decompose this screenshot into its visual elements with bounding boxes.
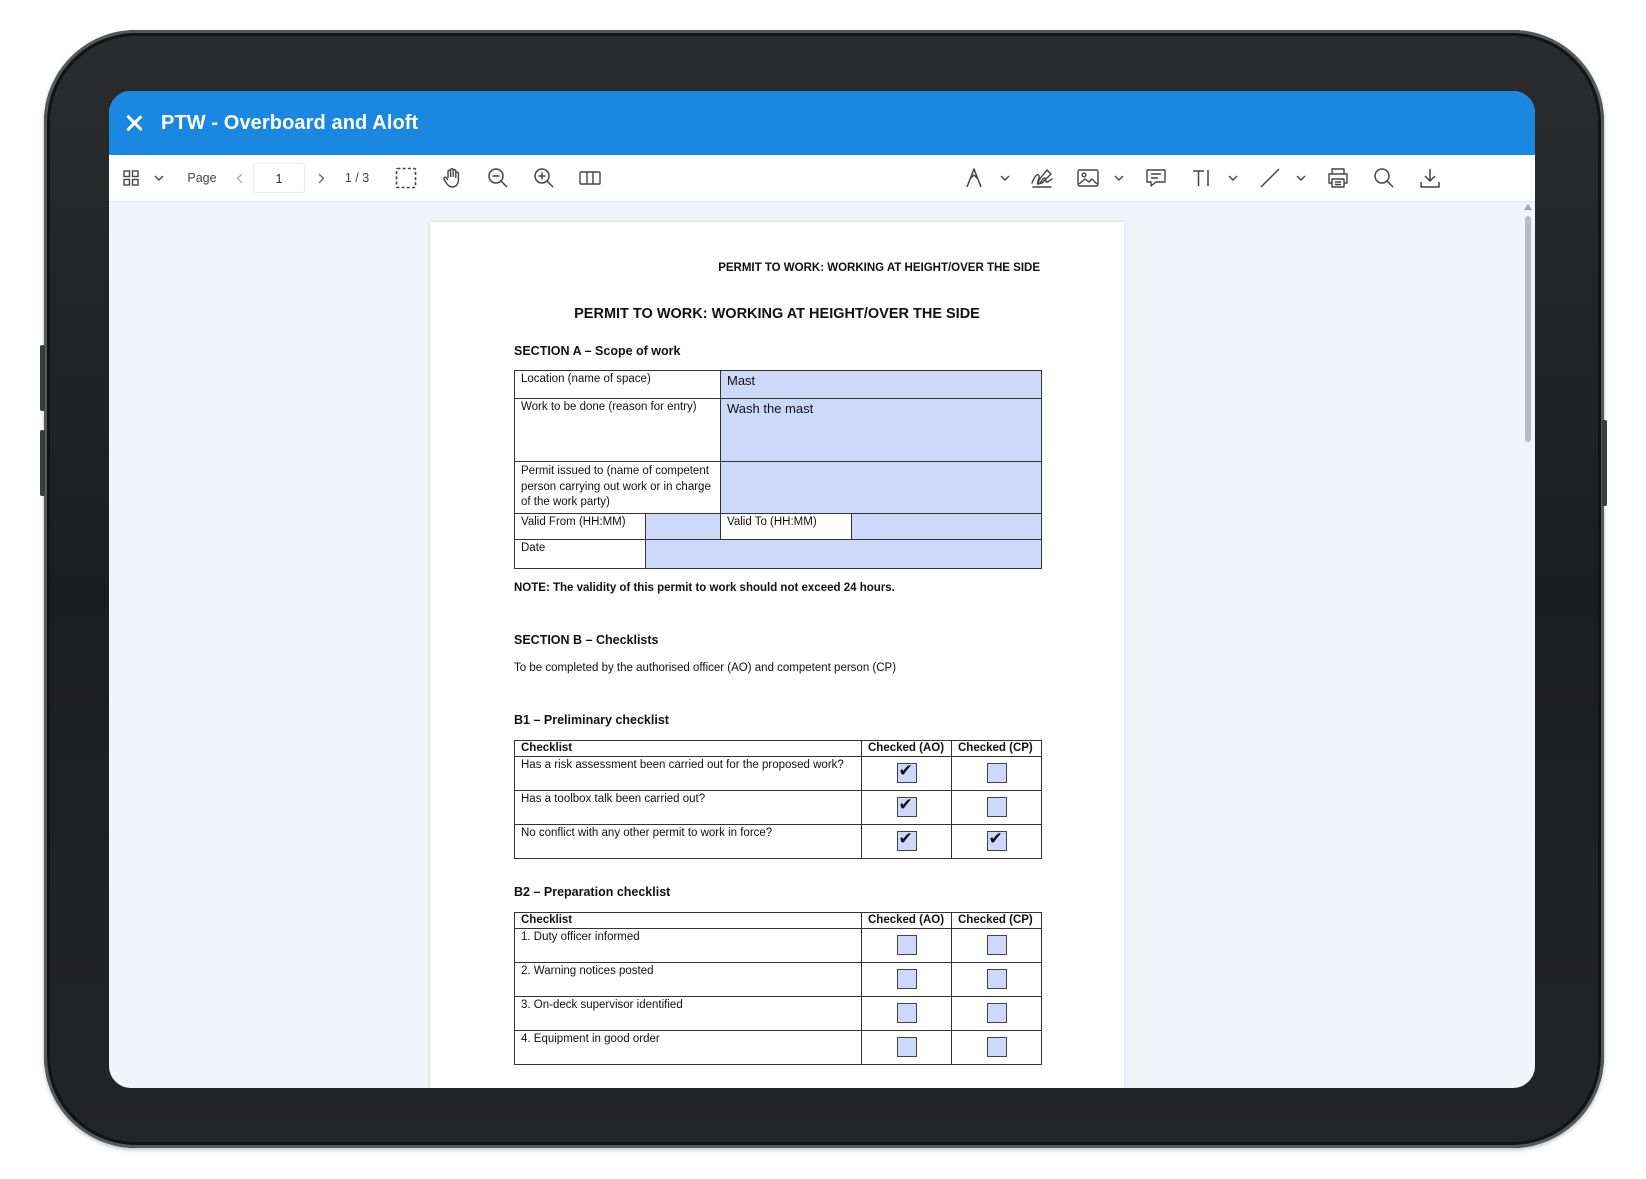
checkbox-cp[interactable] xyxy=(986,1037,1007,1057)
b1-col-cp: Checked (CP) xyxy=(951,740,1042,757)
location-field[interactable]: Mast xyxy=(719,370,1043,399)
title-bar: PTW - Overboard and Aloft xyxy=(109,91,1535,155)
ink-pen-icon[interactable] xyxy=(961,155,987,201)
section-b-heading: SECTION B – Checklists xyxy=(514,633,659,647)
signature-icon[interactable] xyxy=(1029,155,1055,201)
checkbox-cp[interactable] xyxy=(986,797,1007,817)
page-header: PERMIT TO WORK: WORKING AT HEIGHT/OVER T… xyxy=(718,262,1040,274)
table-row: 1. Duty officer informed xyxy=(514,928,1042,963)
scroll-thumb[interactable] xyxy=(1525,216,1531,442)
checklist-item: 4. Equipment in good order xyxy=(514,1030,862,1065)
issued-to-label: Permit issued to (name of competent pers… xyxy=(514,461,721,514)
volume-button xyxy=(40,345,45,411)
validity-note: NOTE: The validity of this permit to wor… xyxy=(514,582,895,594)
checkbox-ao[interactable] xyxy=(896,969,917,989)
screen: PTW - Overboard and Aloft Page 1 1 / 3 P… xyxy=(109,91,1535,1088)
table-row: 4. Equipment in good order xyxy=(514,1030,1042,1065)
b1-checklist-table: Checklist Checked (AO) Checked (CP) Has … xyxy=(514,740,1042,859)
chevron-right-icon[interactable] xyxy=(309,155,333,201)
vertical-scrollbar[interactable] xyxy=(1521,202,1535,1088)
checkbox-ao[interactable] xyxy=(896,761,917,783)
two-page-icon[interactable] xyxy=(577,155,603,201)
location-label: Location (name of space) xyxy=(514,370,721,399)
text-cursor-icon[interactable] xyxy=(1189,155,1215,201)
print-icon[interactable] xyxy=(1325,155,1351,201)
comment-icon[interactable] xyxy=(1143,155,1169,201)
line-icon[interactable] xyxy=(1257,155,1283,201)
checkbox-ao[interactable] xyxy=(896,795,917,817)
app-title: PTW - Overboard and Aloft xyxy=(161,111,419,134)
b2-col-checklist: Checklist xyxy=(514,912,862,929)
search-icon[interactable] xyxy=(1371,155,1397,201)
zoom-out-icon[interactable] xyxy=(485,155,511,201)
b1-col-ao: Checked (AO) xyxy=(861,740,952,757)
page-number-field[interactable]: 1 xyxy=(251,155,307,201)
issued-to-field[interactable] xyxy=(719,461,1043,514)
checkbox-ao[interactable] xyxy=(896,1037,917,1057)
b2-heading: B2 – Preparation checklist xyxy=(514,885,671,899)
chevron-down-icon[interactable] xyxy=(995,155,1015,201)
section-a-heading: SECTION A – Scope of work xyxy=(514,344,681,358)
b2-col-ao: Checked (AO) xyxy=(861,912,952,929)
download-icon[interactable] xyxy=(1417,155,1443,201)
marquee-select-icon[interactable] xyxy=(393,155,419,201)
work-field[interactable]: Wash the mast xyxy=(719,398,1043,462)
checkbox-cp[interactable] xyxy=(986,969,1007,989)
table-row: 2. Warning notices posted xyxy=(514,962,1042,997)
volume-button xyxy=(40,430,45,496)
chevron-down-icon[interactable] xyxy=(1291,155,1311,201)
page-number-input[interactable]: 1 xyxy=(253,163,305,193)
table-row: 3. On-deck supervisor identified xyxy=(514,996,1042,1031)
scroll-up-icon[interactable] xyxy=(1524,204,1532,210)
chevron-down-icon[interactable] xyxy=(1109,155,1129,201)
scope-of-work-table: Location (name of space) Mast Work to be… xyxy=(514,370,1043,569)
checklist-item: Has a toolbox talk been carried out? xyxy=(514,790,862,825)
checkbox-cp[interactable] xyxy=(986,829,1007,851)
viewer-toolbar: Page 1 1 / 3 xyxy=(109,155,1535,202)
valid-to-field[interactable] xyxy=(850,512,1043,540)
table-row: Has a risk assessment been carried out f… xyxy=(514,756,1042,791)
table-row: No conflict with any other permit to wor… xyxy=(514,824,1042,859)
b1-col-checklist: Checklist xyxy=(514,740,862,757)
checkbox-cp[interactable] xyxy=(986,763,1007,783)
checklist-item: Has a risk assessment been carried out f… xyxy=(514,756,862,791)
section-b-subtext: To be completed by the authorised office… xyxy=(514,662,897,674)
pdf-page: PERMIT TO WORK: WORKING AT HEIGHT/OVER T… xyxy=(430,222,1124,1088)
page-label: Page xyxy=(187,171,217,185)
work-label: Work to be done (reason for entry) xyxy=(514,398,721,462)
chevron-down-icon[interactable] xyxy=(149,155,169,201)
checkbox-ao[interactable] xyxy=(896,829,917,851)
checkbox-ao[interactable] xyxy=(896,935,917,955)
checklist-item: 2. Warning notices posted xyxy=(514,962,862,997)
document-viewport[interactable]: PERMIT TO WORK: WORKING AT HEIGHT/OVER T… xyxy=(109,202,1535,1088)
document-title: PERMIT TO WORK: WORKING AT HEIGHT/OVER T… xyxy=(574,306,980,322)
thumbnails-icon[interactable] xyxy=(119,155,143,201)
b1-heading: B1 – Preliminary checklist xyxy=(514,713,669,727)
close-icon[interactable] xyxy=(123,112,145,134)
date-field[interactable] xyxy=(644,538,1043,569)
valid-from-field[interactable] xyxy=(645,512,721,540)
checklist-item: No conflict with any other permit to wor… xyxy=(514,824,862,859)
checklist-item: 3. On-deck supervisor identified xyxy=(514,996,862,1031)
b2-checklist-table: Checklist Checked (AO) Checked (CP) 1. D… xyxy=(514,912,1042,1065)
chevron-down-icon[interactable] xyxy=(1223,155,1243,201)
pan-hand-icon[interactable] xyxy=(439,155,465,201)
b2-col-cp: Checked (CP) xyxy=(951,912,1042,929)
side-button xyxy=(1602,420,1607,506)
checkbox-ao[interactable] xyxy=(896,1003,917,1023)
date-label: Date xyxy=(514,538,646,569)
checkbox-cp[interactable] xyxy=(986,935,1007,955)
zoom-in-icon[interactable] xyxy=(531,155,557,201)
valid-to-label: Valid To (HH:MM) xyxy=(720,512,852,540)
valid-from-label: Valid From (HH:MM) xyxy=(514,512,646,540)
chevron-left-icon[interactable] xyxy=(227,155,251,201)
page-total: 1 / 3 xyxy=(344,171,370,185)
checklist-item: 1. Duty officer informed xyxy=(514,928,862,963)
table-row: Has a toolbox talk been carried out? xyxy=(514,790,1042,825)
checkbox-cp[interactable] xyxy=(986,1003,1007,1023)
image-icon[interactable] xyxy=(1075,155,1101,201)
